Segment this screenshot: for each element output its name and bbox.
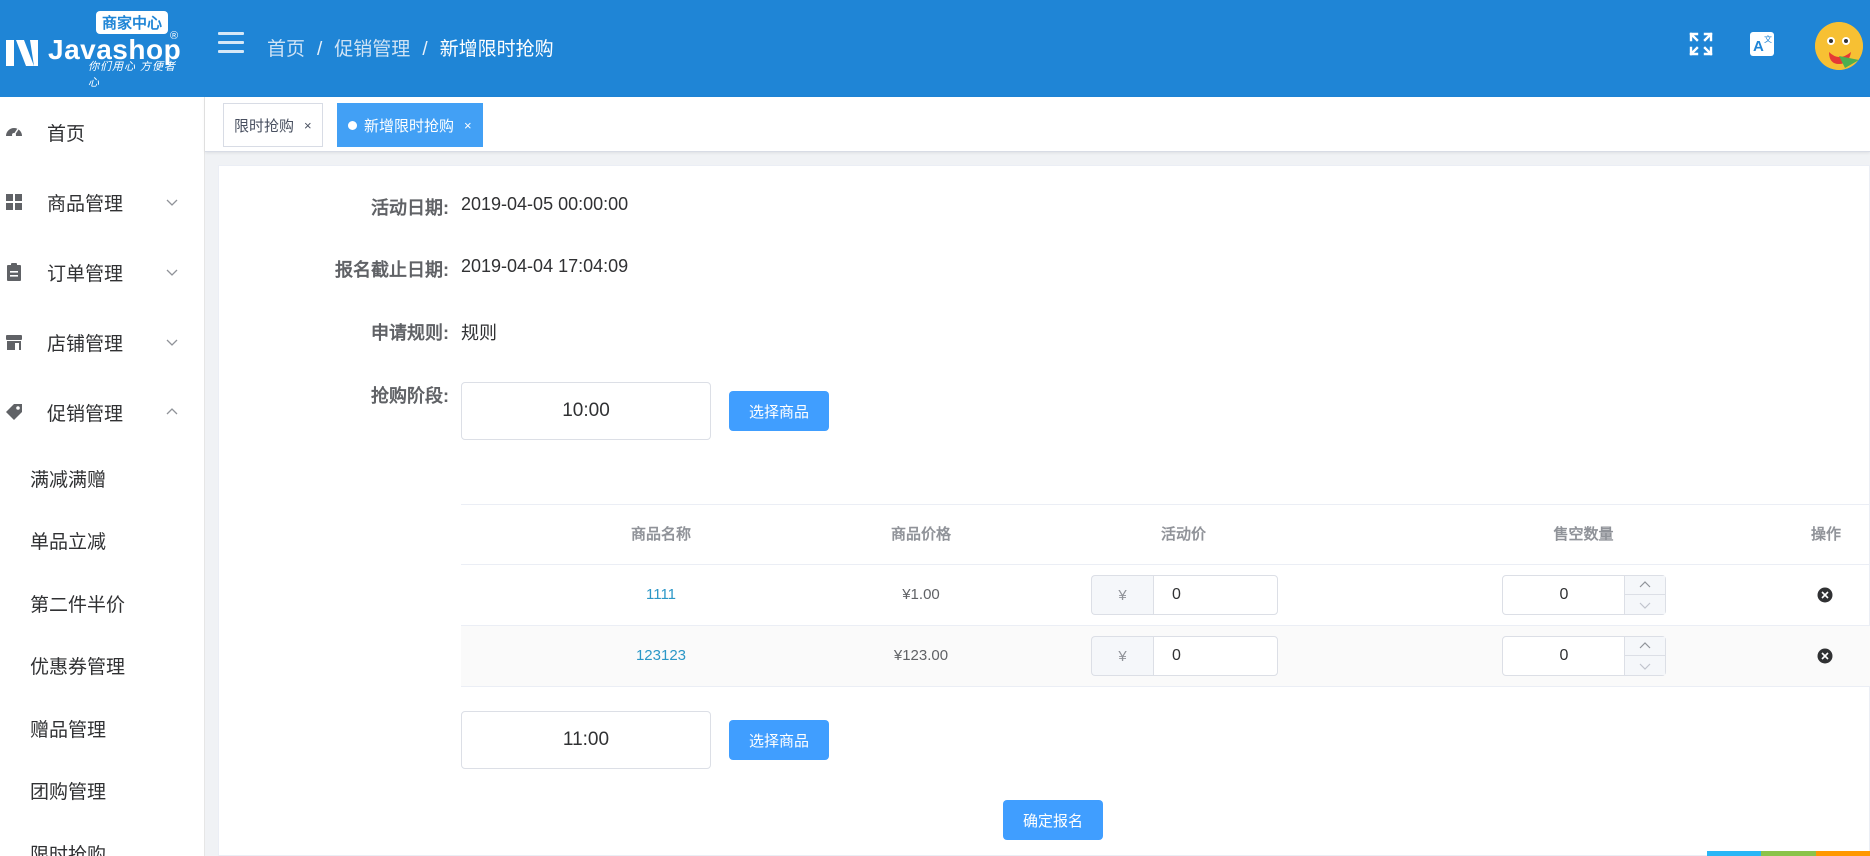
delete-circle-icon[interactable] xyxy=(1817,648,1833,664)
sidebar-sub-flash-sale[interactable]: 限时抢购 xyxy=(0,822,204,856)
goods-name-link[interactable]: 123123 xyxy=(541,626,781,686)
goods-price: ¥123.00 xyxy=(893,647,949,664)
activity-price-input[interactable]: 0 xyxy=(1153,575,1278,615)
color-strip xyxy=(1707,851,1870,856)
confirm-signup-button[interactable]: 确定报名 xyxy=(1003,800,1103,840)
stage-time-input[interactable]: 10:00 xyxy=(461,382,711,440)
sold-out-value[interactable]: 0 xyxy=(1503,637,1625,675)
stepper-up-icon[interactable] xyxy=(1625,637,1665,656)
sidebar-item-orders[interactable]: 订单管理 xyxy=(0,237,204,307)
clipboard-icon xyxy=(7,263,21,281)
chevron-up-icon xyxy=(166,408,178,415)
fullscreen-icon[interactable] xyxy=(1688,31,1714,57)
sidebar-sub-gifts[interactable]: 赠品管理 xyxy=(0,697,204,760)
svg-text:文: 文 xyxy=(1764,34,1772,44)
language-icon[interactable]: A 文 xyxy=(1749,31,1775,57)
active-dot-icon xyxy=(348,120,357,130)
breadcrumb-promotion[interactable]: 促销管理 xyxy=(334,39,410,60)
sidebar-item-label: 店铺管理 xyxy=(47,333,124,355)
tab-label: 限时抢购 xyxy=(234,117,295,135)
tab-add-flash-sale[interactable]: 新增限时抢购 × xyxy=(337,103,483,147)
sidebar-item-label: 订单管理 xyxy=(47,263,124,285)
deadline-value: 2019-04-04 17:04:09 xyxy=(461,256,629,276)
sidebar-item-label: 促销管理 xyxy=(47,403,124,425)
stage-label: 抢购阶段: xyxy=(371,386,449,406)
select-goods-button[interactable]: 选择商品 xyxy=(729,391,829,431)
dashboard-icon xyxy=(6,128,22,137)
tag-icon xyxy=(6,404,22,420)
activity-date-value: 2019-04-05 00:00:00 xyxy=(461,194,629,214)
table-row: 1111 ¥1.00 ¥ 0 0 xyxy=(461,565,1870,626)
rules-label: 申请规则: xyxy=(371,323,449,343)
sold-out-stepper[interactable]: 0 xyxy=(1502,575,1666,615)
sidebar-sub-second-half-price[interactable]: 第二件半价 xyxy=(0,572,204,635)
stepper-down-icon[interactable] xyxy=(1625,656,1665,675)
svg-text:A: A xyxy=(1753,38,1764,55)
sidebar-item-goods[interactable]: 商品管理 xyxy=(0,167,204,237)
sidebar-item-label: 商品管理 xyxy=(47,193,124,215)
tab-label: 新增限时抢购 xyxy=(364,117,455,135)
sidebar-item-home[interactable]: 首页 xyxy=(0,97,204,167)
delete-circle-icon[interactable] xyxy=(1817,587,1833,603)
currency-prefix: ¥ xyxy=(1091,636,1153,676)
stepper-up-icon[interactable] xyxy=(1625,576,1665,595)
chevron-down-icon xyxy=(166,269,178,276)
sidebar-item-label: 首页 xyxy=(47,123,86,145)
col-sold-out: 售空数量 xyxy=(1553,526,1614,543)
tab-flash-sale[interactable]: 限时抢购 × xyxy=(223,103,323,147)
stepper-controls xyxy=(1624,637,1665,675)
sidebar-sub-coupons[interactable]: 优惠券管理 xyxy=(0,635,204,698)
breadcrumb: 首页 / 促销管理 / 新增限时抢购 xyxy=(267,39,554,60)
main-content: 活动日期: 2019-04-05 00:00:00 报名截止日期: 2019-0… xyxy=(218,165,1870,856)
tabs-bar: 限时抢购 × 新增限时抢购 × xyxy=(205,97,1870,152)
menu-toggle-icon[interactable] xyxy=(218,32,244,54)
avatar-face-icon xyxy=(1815,22,1863,70)
breadcrumb-current: 新增限时抢购 xyxy=(439,39,554,60)
sold-out-stepper[interactable]: 0 xyxy=(1502,636,1666,676)
sidebar-item-promotion[interactable]: 促销管理 xyxy=(0,377,204,447)
close-icon[interactable]: × xyxy=(464,118,472,133)
deadline-label: 报名截止日期: xyxy=(335,260,449,280)
goods-name-link[interactable]: 1111 xyxy=(541,565,781,625)
currency-prefix: ¥ xyxy=(1091,575,1153,615)
table-header: 商品名称 商品价格 活动价 售空数量 操作 xyxy=(461,504,1870,565)
top-header: 商家中心 Javashop ® 你们用心 方便者心 首页 / 促销管理 / 新增限时抢购… xyxy=(0,0,1870,97)
grid-icon xyxy=(6,194,22,210)
javashop-logo[interactable]: 商家中心 Javashop ® 你们用心 方便者心 xyxy=(0,8,185,89)
breadcrumb-home[interactable]: 首页 xyxy=(267,39,305,60)
registered-mark: ® xyxy=(170,30,179,42)
sidebar: 首页 商品管理 订单管理 店铺管理 促销管理 满减满赠 单品立减 第二件半价 优… xyxy=(0,97,205,856)
sidebar-item-store[interactable]: 店铺管理 xyxy=(0,307,204,377)
activity-price-input[interactable]: 0 xyxy=(1153,636,1278,676)
col-activity-price: 活动价 xyxy=(1160,526,1206,543)
sold-out-value[interactable]: 0 xyxy=(1503,576,1625,614)
goods-table: 商品名称 商品价格 活动价 售空数量 操作 1111 ¥1.00 ¥ 0 0 1… xyxy=(461,504,1870,687)
store-icon xyxy=(6,335,22,350)
table-row: 123123 ¥123.00 ¥ 0 0 xyxy=(461,626,1870,687)
close-icon[interactable]: × xyxy=(304,118,312,133)
stepper-controls xyxy=(1624,576,1665,614)
col-goods-price: 商品价格 xyxy=(890,526,951,543)
col-actions: 操作 xyxy=(1810,526,1841,543)
logo-mark-icon xyxy=(6,40,38,66)
brand-slogan: 你们用心 方便者心 xyxy=(88,61,177,89)
merchant-center-badge: 商家中心 xyxy=(96,11,169,34)
chevron-down-icon xyxy=(166,199,178,206)
goods-price: ¥1.00 xyxy=(902,586,940,603)
activity-date-label: 活动日期: xyxy=(371,198,449,218)
stepper-down-icon[interactable] xyxy=(1625,595,1665,614)
chevron-down-icon xyxy=(166,339,178,346)
col-goods-name: 商品名称 xyxy=(630,526,691,543)
activity-price-field: ¥ 0 xyxy=(1091,636,1278,676)
sidebar-sub-group-buy[interactable]: 团购管理 xyxy=(0,760,204,823)
select-goods-button[interactable]: 选择商品 xyxy=(729,720,829,760)
user-avatar[interactable] xyxy=(1815,22,1863,70)
activity-price-field: ¥ 0 xyxy=(1091,575,1278,615)
sidebar-sub-full-reduction[interactable]: 满减满赠 xyxy=(0,447,204,510)
rules-value: 规则 xyxy=(461,323,497,343)
sidebar-sub-single-reduction[interactable]: 单品立减 xyxy=(0,510,204,573)
stage-time-input[interactable]: 11:00 xyxy=(461,711,711,769)
